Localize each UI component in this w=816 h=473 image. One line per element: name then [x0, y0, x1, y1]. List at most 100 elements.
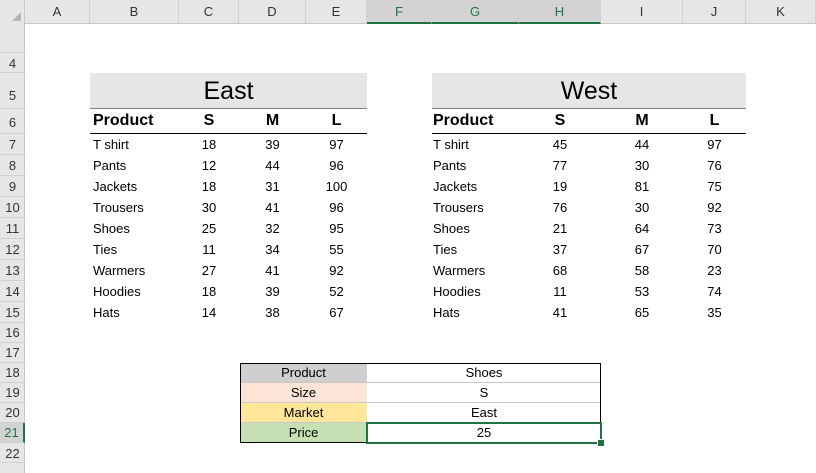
row-header-21[interactable]: 21 [0, 423, 25, 443]
west-value-cell[interactable]: 30 [601, 158, 683, 173]
east-value-cell[interactable]: 34 [239, 242, 306, 257]
east-value-cell[interactable]: 14 [179, 305, 239, 320]
west-header-s[interactable]: S [519, 112, 601, 130]
east-value-cell[interactable]: 39 [239, 284, 306, 299]
east-value-cell[interactable]: 44 [239, 158, 306, 173]
active-cell-selection[interactable] [366, 422, 602, 444]
row-header-6[interactable]: 6 [0, 109, 25, 134]
column-header-j[interactable]: J [683, 0, 746, 24]
east-header-s[interactable]: S [179, 112, 239, 130]
east-value-cell[interactable]: 96 [306, 158, 367, 173]
east-value-cell[interactable]: 95 [306, 221, 367, 236]
west-value-cell[interactable]: 23 [683, 263, 746, 278]
east-value-cell[interactable]: 92 [306, 263, 367, 278]
west-value-cell[interactable]: 65 [601, 305, 683, 320]
east-value-cell[interactable]: 30 [179, 200, 239, 215]
east-product-cell[interactable]: Trousers [93, 200, 144, 215]
east-value-cell[interactable]: 25 [179, 221, 239, 236]
east-value-cell[interactable]: 52 [306, 284, 367, 299]
east-product-cell[interactable]: Ties [93, 242, 117, 257]
west-value-cell[interactable]: 37 [519, 242, 601, 257]
column-header-c[interactable]: C [179, 0, 239, 24]
west-value-cell[interactable]: 41 [519, 305, 601, 320]
west-value-cell[interactable]: 81 [601, 179, 683, 194]
row-header-8[interactable]: 8 [0, 155, 25, 176]
west-header-m[interactable]: M [601, 112, 683, 130]
row-header-5[interactable]: 5 [0, 73, 25, 109]
west-value-cell[interactable]: 44 [601, 137, 683, 152]
column-header-a[interactable]: A [25, 0, 90, 24]
east-header-m[interactable]: M [239, 112, 306, 130]
east-value-cell[interactable]: 27 [179, 263, 239, 278]
west-value-cell[interactable]: 35 [683, 305, 746, 320]
west-value-cell[interactable]: 58 [601, 263, 683, 278]
west-product-cell[interactable]: Pants [433, 158, 466, 173]
west-value-cell[interactable]: 75 [683, 179, 746, 194]
west-value-cell[interactable]: 70 [683, 242, 746, 257]
row-header-7[interactable]: 7 [0, 134, 25, 155]
row-header-9[interactable]: 9 [0, 176, 25, 197]
west-product-cell[interactable]: Hoodies [433, 284, 481, 299]
column-header-e[interactable]: E [306, 0, 367, 24]
east-header-product[interactable]: Product [93, 112, 153, 130]
column-header-i[interactable]: I [601, 0, 683, 24]
west-value-cell[interactable]: 19 [519, 179, 601, 194]
row-header-20[interactable]: 20 [0, 403, 25, 423]
east-value-cell[interactable]: 18 [179, 284, 239, 299]
row-header-13[interactable]: 13 [0, 260, 25, 281]
west-header-product[interactable]: Product [433, 112, 493, 130]
west-header-l[interactable]: L [683, 112, 746, 130]
west-product-cell[interactable]: Shoes [433, 221, 470, 236]
west-value-cell[interactable]: 92 [683, 200, 746, 215]
west-product-cell[interactable]: T shirt [433, 137, 469, 152]
column-header-h[interactable]: H [519, 0, 601, 24]
west-product-cell[interactable]: Trousers [433, 200, 484, 215]
west-value-cell[interactable]: 11 [519, 284, 601, 299]
east-value-cell[interactable]: 18 [179, 179, 239, 194]
column-header-g[interactable]: G [432, 0, 519, 24]
west-product-cell[interactable]: Jackets [433, 179, 477, 194]
row-header-22[interactable]: 22 [0, 443, 25, 463]
east-product-cell[interactable]: Warmers [93, 263, 145, 278]
east-value-cell[interactable]: 38 [239, 305, 306, 320]
east-product-cell[interactable]: Hats [93, 305, 120, 320]
row-header-17[interactable]: 17 [0, 343, 25, 363]
west-title[interactable]: West [432, 73, 746, 109]
east-product-cell[interactable]: Pants [93, 158, 126, 173]
east-value-cell[interactable]: 11 [179, 242, 239, 257]
east-product-cell[interactable]: Jackets [93, 179, 137, 194]
west-product-cell[interactable]: Hats [433, 305, 460, 320]
east-value-cell[interactable]: 39 [239, 137, 306, 152]
west-value-cell[interactable]: 73 [683, 221, 746, 236]
east-product-cell[interactable]: T shirt [93, 137, 129, 152]
column-header-d[interactable]: D [239, 0, 306, 24]
east-value-cell[interactable]: 97 [306, 137, 367, 152]
west-value-cell[interactable]: 77 [519, 158, 601, 173]
column-header-k[interactable]: K [746, 0, 816, 24]
row-header-15[interactable]: 15 [0, 302, 25, 323]
row-header-11[interactable]: 11 [0, 218, 25, 239]
fill-handle[interactable] [597, 439, 605, 447]
row-header-14[interactable]: 14 [0, 281, 25, 302]
east-value-cell[interactable]: 32 [239, 221, 306, 236]
west-value-cell[interactable]: 53 [601, 284, 683, 299]
east-product-cell[interactable]: Shoes [93, 221, 130, 236]
row-header-16[interactable]: 16 [0, 323, 25, 343]
column-header-b[interactable]: B [90, 0, 179, 24]
select-all-button[interactable] [0, 0, 25, 24]
east-value-cell[interactable]: 67 [306, 305, 367, 320]
east-value-cell[interactable]: 12 [179, 158, 239, 173]
column-header-f[interactable]: F [367, 0, 432, 24]
west-value-cell[interactable]: 68 [519, 263, 601, 278]
row-header-4[interactable]: 4 [0, 53, 25, 73]
west-value-cell[interactable]: 21 [519, 221, 601, 236]
west-value-cell[interactable]: 97 [683, 137, 746, 152]
west-value-cell[interactable]: 45 [519, 137, 601, 152]
east-value-cell[interactable]: 18 [179, 137, 239, 152]
east-title[interactable]: East [90, 73, 367, 109]
west-value-cell[interactable]: 76 [519, 200, 601, 215]
east-value-cell[interactable]: 55 [306, 242, 367, 257]
west-product-cell[interactable]: Ties [433, 242, 457, 257]
east-value-cell[interactable]: 41 [239, 200, 306, 215]
east-value-cell[interactable]: 96 [306, 200, 367, 215]
